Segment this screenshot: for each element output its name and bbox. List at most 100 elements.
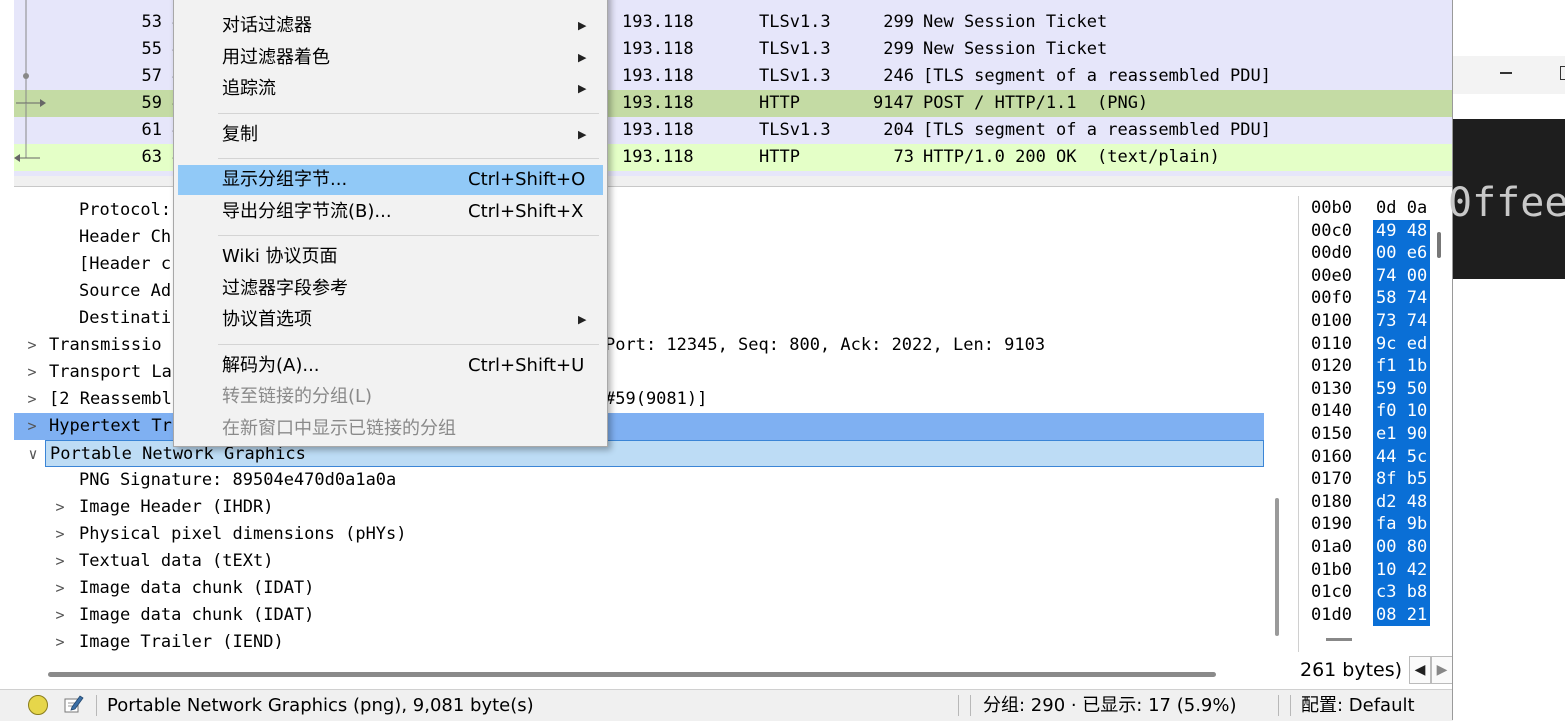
status-packet-counts: 分组: 290 · 已显示: 17 (5.9%) [983,695,1237,716]
hex-bytes[interactable]: 9c ed [1373,332,1430,356]
hex-offset: 0100 [1311,311,1352,331]
hex-row[interactable]: 00c0 49 48 [1299,219,1454,243]
chevron-right-icon[interactable]: > [22,332,42,359]
context-menu-item[interactable]: 过滤器字段参考 [178,274,603,304]
menu-item-shortcut: Ctrl+Shift+X [468,200,584,222]
hex-bytes[interactable]: f0 10 [1373,400,1430,423]
hex-bytes[interactable]: fa 9b [1373,513,1430,536]
context-menu-item[interactable]: 复制 ▶ [178,120,603,150]
minimize-icon[interactable] [1500,72,1512,74]
hex-bytes[interactable]: f1 1b [1373,355,1430,378]
hex-row[interactable]: 0170 8f b5 [1299,468,1454,491]
chevron-right-icon[interactable]: > [50,629,70,656]
context-menu[interactable]: 对话过滤器 ▶ 用过滤器着色 ▶ 追踪流 ▶ 复制 ▶ 显示分组字节... Ctrl+Shift+… [173,0,608,447]
bytes-tab-label[interactable]: 261 bytes) [1300,657,1402,683]
tab-scroll-right-button[interactable]: ▶ [1431,656,1453,684]
hex-row[interactable]: 00d0 00 e6 [1299,242,1454,265]
hex-row[interactable]: 01d0 08 21 [1299,603,1454,627]
hex-row[interactable]: 0190 fa 9b [1299,513,1454,536]
context-menu-item[interactable]: 用过滤器着色 ▶ [178,43,603,73]
capture-comment-icon[interactable] [62,693,84,715]
hex-bytes[interactable]: 08 21 [1373,603,1430,627]
chevron-right-icon[interactable]: > [50,548,70,575]
hex-bytes[interactable]: 00 e6 [1373,242,1430,265]
chevron-down-icon[interactable]: ∨ [23,441,43,468]
hex-bytes[interactable]: c3 b8 [1373,581,1430,604]
detail-tree-item[interactable]: > Image data chunk (IDAT) [14,575,1264,602]
packet-details-hscroll-thumb[interactable] [48,672,1216,677]
hex-row[interactable]: 00f0 58 74 [1299,287,1454,310]
context-menu-item[interactable]: 追踪流 ▶ [178,74,603,104]
hex-bytes[interactable]: 0d 0a [1373,197,1430,220]
detail-tree-item[interactable]: > Textual data (tEXt) [14,548,1264,575]
hex-row[interactable]: 0100 73 74 [1299,310,1454,333]
hex-bytes[interactable]: 00 80 [1373,536,1430,559]
packet-number: 53 [141,12,162,32]
submenu-arrow-icon: ▶ [578,313,587,326]
packet-bytes-pane[interactable]: 00b0 0d 0a 00c0 49 48 00d0 00 e6 00e0 74 00 00f0… [1298,196,1454,652]
submenu-arrow-icon: ▶ [578,82,587,95]
packet-info: New Session Ticket [923,12,1108,32]
chevron-right-icon[interactable]: > [22,413,42,440]
hex-bytes[interactable]: 73 74 [1373,310,1430,333]
packet-number: 57 [141,66,162,86]
hex-bytes[interactable]: d2 48 [1373,490,1430,514]
packet-protocol: HTTP [759,147,800,167]
hex-row[interactable]: 00b0 0d 0a [1299,197,1454,220]
hex-row[interactable]: 0120 f1 1b [1299,355,1454,378]
hex-row[interactable]: 01b0 10 42 [1299,558,1454,582]
hex-bytes[interactable]: e1 90 [1373,423,1430,446]
context-menu-item[interactable]: Wiki 协议页面 [178,242,603,272]
hex-row[interactable]: 00e0 74 00 [1299,264,1454,288]
context-menu-item[interactable]: 协议首选项 ▶ [178,305,603,335]
hex-row[interactable]: 0140 f0 10 [1299,400,1454,423]
tab-scroll-left-button[interactable]: ◀ [1409,656,1431,684]
detail-tree-item[interactable]: > Image Trailer (IEND) [14,629,1264,656]
detail-tree-label: Transmissio [49,335,162,355]
expert-info-led-icon[interactable] [28,695,48,715]
chevron-right-icon: ▶ [1436,662,1448,678]
packet-info: HTTP/1.0 200 OK (text/plain) [923,147,1220,167]
context-menu-item[interactable]: 导出分组字节流(B)... Ctrl+Shift+X [178,197,603,227]
menu-separator [218,158,599,159]
chevron-right-icon[interactable]: > [50,521,70,548]
chevron-right-icon[interactable]: > [22,359,42,386]
maximize-icon[interactable] [1560,66,1565,80]
chevron-right-icon[interactable]: > [22,386,42,413]
detail-tree-item[interactable]: > Image Header (IHDR) [14,494,1264,521]
hex-bytes[interactable]: 10 42 [1373,558,1430,582]
hex-bytes[interactable]: 8f b5 [1373,468,1430,491]
hex-bytes[interactable]: 59 50 [1373,377,1430,401]
detail-tree-label: Protocol: [79,200,172,220]
detail-tree-item[interactable]: > Image data chunk (IDAT) [14,602,1264,629]
hex-row[interactable]: 0110 9c ed [1299,332,1454,356]
hex-bytes[interactable]: 44 5c [1373,445,1430,469]
context-menu-item[interactable]: 解码为(A)... Ctrl+Shift+U [178,351,603,381]
hex-bytes[interactable]: 58 74 [1373,287,1430,310]
packet-info: [TLS segment of a reassembled PDU] [923,66,1271,86]
menu-item-shortcut: Ctrl+Shift+U [468,354,585,376]
hex-row[interactable]: 01c0 c3 b8 [1299,581,1454,604]
hex-row[interactable]: 0180 d2 48 [1299,490,1454,514]
chevron-right-icon[interactable]: > [50,602,70,629]
status-profile[interactable]: 配置: Default [1301,690,1415,721]
packet-details-vscroll-thumb[interactable] [1275,498,1279,636]
hex-bytes[interactable]: 74 00 [1373,264,1430,288]
hex-row[interactable]: 0130 59 50 [1299,377,1454,401]
detail-tree-label: Image Header (IHDR) [79,497,274,517]
packet-protocol: TLSv1.3 [759,120,831,140]
detail-tree-item[interactable]: > Physical pixel dimensions (pHYs) [14,521,1264,548]
hex-row[interactable]: 0150 e1 90 [1299,423,1454,446]
detail-tree-label: [2 Reassembl [49,389,172,409]
chevron-right-icon[interactable]: > [50,575,70,602]
packet-bytes-vscroll-thumb[interactable] [1437,232,1441,258]
hex-row[interactable]: 0160 44 5c [1299,445,1454,469]
context-menu-item[interactable]: 对话过滤器 ▶ [178,11,603,41]
hex-offset: 0190 [1311,514,1352,535]
context-menu-item[interactable]: 显示分组字节... Ctrl+Shift+O [178,165,603,195]
packet-bytes-hscroll-thumb[interactable] [1326,638,1352,641]
hex-bytes[interactable]: 49 48 [1373,219,1430,243]
hex-row[interactable]: 01a0 00 80 [1299,536,1454,559]
chevron-right-icon[interactable]: > [50,494,70,521]
detail-tree-item[interactable]: PNG Signature: 89504e470d0a1a0a [14,467,1264,494]
